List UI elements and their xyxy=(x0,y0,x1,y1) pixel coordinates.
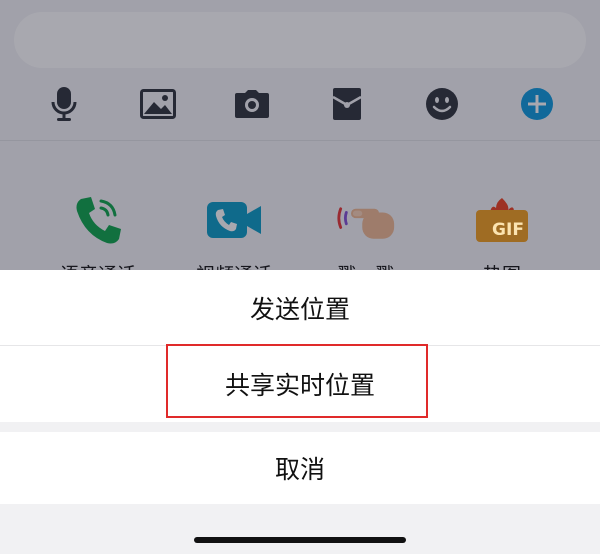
gif-badge: GIF xyxy=(492,220,524,240)
action-sheet: 发送位置 共享实时位置 取消 xyxy=(0,270,600,554)
home-indicator xyxy=(194,537,406,543)
cancel-button[interactable]: 取消 xyxy=(0,432,600,504)
share-live-location-button[interactable]: 共享实时位置 xyxy=(0,346,600,422)
send-location-button[interactable]: 发送位置 xyxy=(0,270,600,345)
